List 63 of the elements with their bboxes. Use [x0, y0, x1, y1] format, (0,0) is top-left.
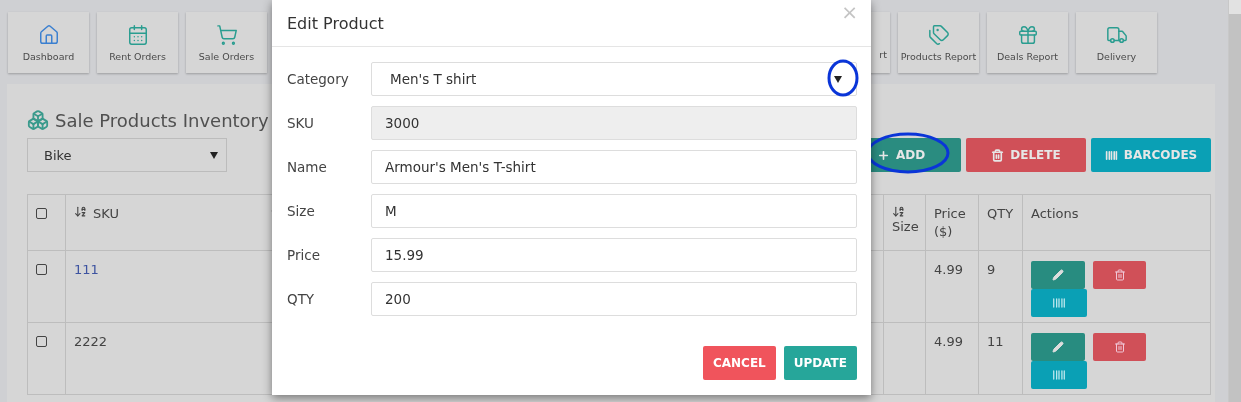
panel-title: Sale Products Inventory: [55, 109, 269, 131]
field-label: Price: [287, 247, 321, 263]
field-label: Name: [287, 159, 328, 175]
sort-icon[interactable]: [74, 205, 87, 218]
nav-label: Delivery: [1096, 50, 1137, 62]
input-field[interactable]: M: [371, 194, 857, 228]
delete-button[interactable]: DELETE: [966, 138, 1086, 172]
trash-icon: [1113, 341, 1126, 353]
nav-tile[interactable]: Delivery: [1076, 12, 1157, 73]
table-cell-text: 9: [987, 261, 996, 279]
scrollbar[interactable]: [1228, 0, 1241, 402]
nav-label: Deals Report: [996, 50, 1059, 62]
category-filter[interactable]: Bike: [27, 138, 227, 172]
column-header: QTY: [987, 205, 1014, 223]
field-label: Category: [287, 71, 350, 87]
nav-tile[interactable]: Deals Report: [987, 12, 1068, 73]
trash-icon: [1113, 269, 1126, 281]
nav-label: rt: [879, 49, 887, 60]
cancel-button[interactable]: CANCEL: [702, 346, 776, 380]
nav-label: Products Report: [900, 50, 977, 62]
nav-label: Rent Orders: [109, 50, 166, 62]
row-checkbox[interactable]: [36, 336, 47, 347]
select-all-checkbox[interactable]: [36, 208, 47, 219]
column-header: Actions: [1031, 205, 1079, 223]
caret-icon: [210, 151, 218, 159]
input-field[interactable]: 15.99: [371, 238, 857, 272]
barcode-icon: [1052, 368, 1066, 382]
barcode-icon: [1052, 296, 1066, 310]
input-field[interactable]: 200: [371, 282, 857, 316]
barcode-button[interactable]: [1031, 289, 1087, 317]
barcode-button[interactable]: [1031, 361, 1087, 389]
sku-link[interactable]: 111: [74, 261, 99, 280]
dialog-title: Edit Product: [287, 13, 384, 33]
edit-button[interactable]: [1031, 261, 1085, 289]
category-select[interactable]: Men's T shirt: [371, 62, 857, 96]
nav-tile[interactable]: Rent Orders: [97, 12, 178, 73]
nav-tile[interactable]: Sale Orders: [186, 12, 267, 73]
pencil-icon: [1052, 341, 1064, 353]
field-label: SKU: [287, 115, 315, 131]
table-cell-text: 4.99: [934, 333, 963, 351]
nav-label: Dashboard: [22, 50, 75, 62]
table-cell-text: 2222: [74, 333, 108, 351]
pencil-icon: [1052, 269, 1064, 281]
nav-tile[interactable]: Products Report: [898, 12, 979, 73]
sort-icon[interactable]: [892, 205, 905, 218]
column-header: Price ($): [934, 205, 967, 242]
table-cell-text: 4.99: [934, 261, 963, 279]
column-header: SKU: [93, 205, 119, 223]
table-cell-text: 11: [987, 333, 1004, 351]
delete-button[interactable]: [1093, 261, 1146, 289]
boxes-icon: [27, 109, 49, 131]
edit-button[interactable]: [1031, 333, 1085, 361]
field-label: Size: [287, 203, 316, 219]
barcode-icon: [1104, 148, 1118, 162]
nav-tile[interactable]: Dashboard: [8, 12, 89, 73]
plus-icon: [876, 148, 890, 162]
delete-button[interactable]: [1093, 333, 1146, 361]
field-label: QTY: [287, 291, 316, 307]
row-checkbox[interactable]: [36, 264, 47, 275]
trash-icon: [991, 148, 1005, 162]
nav-label: Sale Orders: [198, 50, 255, 62]
input-field[interactable]: Armour's Men's T-shirt: [371, 150, 857, 184]
column-header: Size: [892, 218, 919, 236]
